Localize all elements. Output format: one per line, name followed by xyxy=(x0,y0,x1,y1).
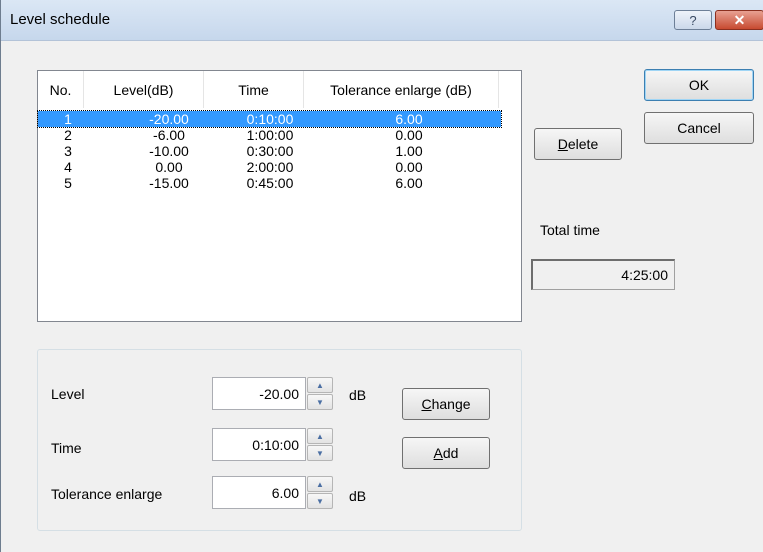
tolerance-label: Tolerance enlarge xyxy=(51,486,163,502)
column-header-filler xyxy=(499,71,521,108)
help-icon: ? xyxy=(689,12,697,28)
cell-time: 0:10:00 xyxy=(246,111,294,127)
cancel-label: Cancel xyxy=(677,120,721,136)
cell-level: 0.00 xyxy=(155,159,183,175)
total-time-label: Total time xyxy=(540,222,600,238)
tolerance-unit: dB xyxy=(349,488,367,504)
cell-level: -20.00 xyxy=(149,111,189,127)
spin-down-icon[interactable]: ▼ xyxy=(307,493,333,509)
close-icon: ✕ xyxy=(733,11,746,28)
change-button[interactable]: Change xyxy=(402,388,490,420)
cancel-button[interactable]: Cancel xyxy=(644,112,754,144)
table-row[interactable]: 4 0.00 2:00:00 0.00 xyxy=(38,159,501,175)
title-bar[interactable]: Level schedule ? ✕ xyxy=(1,0,763,41)
time-label: Time xyxy=(51,440,82,456)
cell-time: 0:30:00 xyxy=(246,143,294,159)
column-header-level[interactable]: Level(dB) xyxy=(84,71,204,108)
cell-no: 1 xyxy=(64,111,72,127)
table-row[interactable]: 1 -20.00 0:10:00 6.00 xyxy=(37,110,502,128)
schedule-list[interactable]: No. Level(dB) Time Tolerance enlarge (dB… xyxy=(37,70,522,322)
column-header-no[interactable]: No. xyxy=(38,71,84,108)
close-button[interactable]: ✕ xyxy=(715,10,763,30)
ok-label: OK xyxy=(688,77,710,93)
ok-button[interactable]: OK xyxy=(644,69,754,101)
cell-tolerance: 6.00 xyxy=(395,175,423,191)
cell-tolerance: 6.00 xyxy=(395,111,423,127)
cell-no: 2 xyxy=(64,127,72,143)
change-label: Change xyxy=(421,396,471,412)
cell-time: 1:00:00 xyxy=(246,127,294,143)
tolerance-input[interactable]: 6.00 xyxy=(212,476,306,509)
spin-down-icon[interactable]: ▼ xyxy=(307,394,333,410)
add-button[interactable]: Add xyxy=(402,437,490,469)
cell-level: -10.00 xyxy=(149,143,189,159)
level-spinner[interactable]: ▲ ▼ xyxy=(307,377,333,410)
total-time-field: 4:25:00 xyxy=(531,259,675,290)
table-row[interactable]: 5 -15.00 0:45:00 6.00 xyxy=(38,175,501,191)
cell-time: 2:00:00 xyxy=(246,159,294,175)
list-header: No. Level(dB) Time Tolerance enlarge (dB… xyxy=(38,71,521,108)
spin-up-icon[interactable]: ▲ xyxy=(307,428,333,444)
delete-button[interactable]: Delete xyxy=(534,128,622,160)
tolerance-spinner[interactable]: ▲ ▼ xyxy=(307,476,333,509)
level-label: Level xyxy=(51,386,85,402)
list-rows: 1 -20.00 0:10:00 6.00 2 -6.00 1:00:00 0.… xyxy=(37,110,521,191)
spin-down-icon[interactable]: ▼ xyxy=(307,445,333,461)
delete-label: Delete xyxy=(557,136,599,152)
level-schedule-dialog: Level schedule ? ✕ No. Level(dB) Time To… xyxy=(0,0,763,552)
cell-tolerance: 0.00 xyxy=(395,159,423,175)
help-button[interactable]: ? xyxy=(674,10,712,30)
cell-tolerance: 1.00 xyxy=(395,143,423,159)
cell-no: 3 xyxy=(64,143,72,159)
column-header-time[interactable]: Time xyxy=(204,71,304,108)
time-input[interactable]: 0:10:00 xyxy=(212,428,306,461)
cell-level: -6.00 xyxy=(153,127,185,143)
level-input[interactable]: -20.00 xyxy=(212,377,306,410)
cell-tolerance: 0.00 xyxy=(395,127,423,143)
cell-time: 0:45:00 xyxy=(246,175,294,191)
dialog-title: Level schedule xyxy=(10,11,111,28)
spin-up-icon[interactable]: ▲ xyxy=(307,476,333,492)
level-unit: dB xyxy=(349,387,367,403)
table-row[interactable]: 3 -10.00 0:30:00 1.00 xyxy=(38,143,501,159)
time-spinner[interactable]: ▲ ▼ xyxy=(307,428,333,461)
add-label: Add xyxy=(433,445,459,461)
column-header-tolerance[interactable]: Tolerance enlarge (dB) xyxy=(304,71,499,108)
cell-level: -15.00 xyxy=(149,175,189,191)
cell-no: 4 xyxy=(64,159,72,175)
cell-no: 5 xyxy=(64,175,72,191)
table-row[interactable]: 2 -6.00 1:00:00 0.00 xyxy=(38,127,501,143)
spin-up-icon[interactable]: ▲ xyxy=(307,377,333,393)
